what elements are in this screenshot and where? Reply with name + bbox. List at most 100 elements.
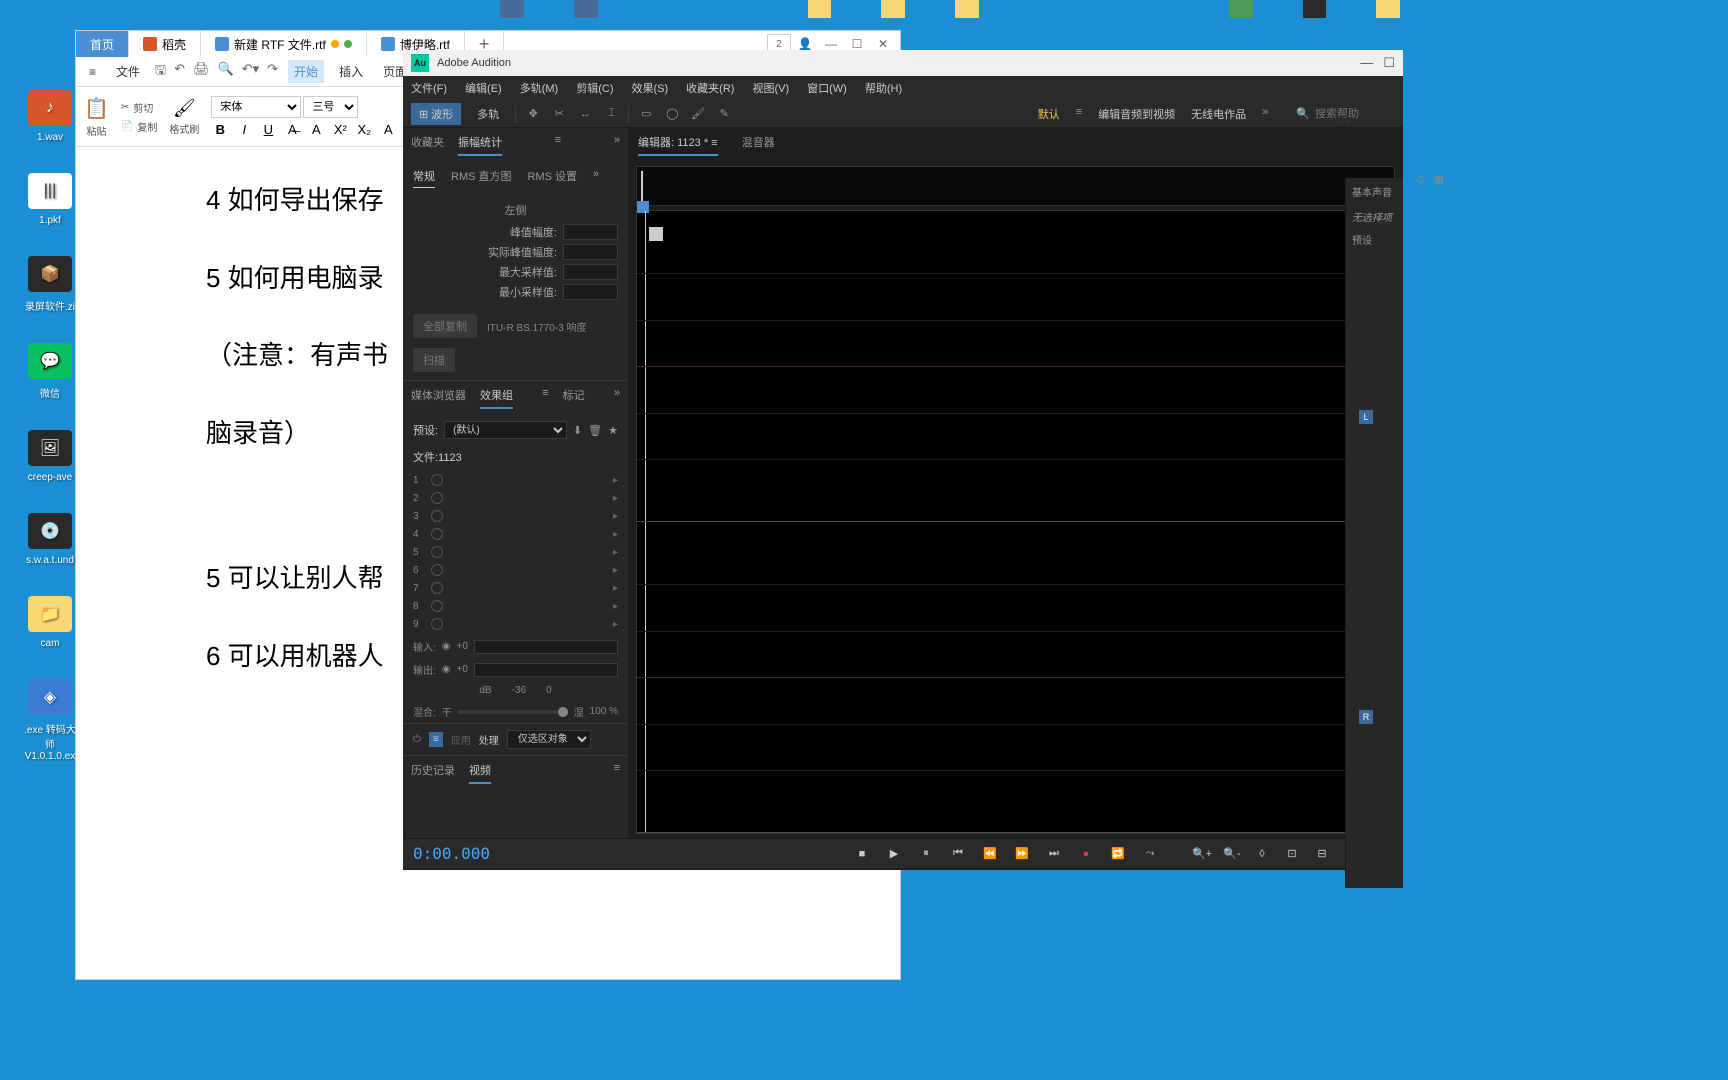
redo-icon[interactable]: ↷ — [267, 61, 278, 83]
scan-button[interactable]: 扫描 — [413, 348, 455, 372]
undo-dropdown[interactable]: ↶▾ — [242, 61, 259, 83]
copy-button[interactable]: 📄 复制 — [121, 119, 157, 134]
taskbar-folder-3[interactable] — [955, 0, 979, 18]
undo-icon[interactable]: ↶ — [174, 61, 185, 83]
fx-power-icon[interactable]: ⏻ — [413, 734, 421, 745]
fx-slot-1[interactable]: 1▸ — [413, 471, 618, 489]
desktop-icon-wechat[interactable]: 💬 微信 — [20, 343, 80, 400]
desktop-icon-1wav[interactable]: ♪ 1.wav — [20, 90, 80, 143]
subscript-button[interactable]: X₂ — [355, 122, 373, 137]
output-knob-icon[interactable]: ◉ — [442, 664, 451, 675]
fx-slot-6[interactable]: 6▸ — [413, 561, 618, 579]
au-menu-multitrack[interactable]: 多轨(M) — [520, 80, 559, 96]
au-workspace-editvideo[interactable]: 编辑音频到视频 — [1098, 106, 1175, 122]
au-tab-mediabrowser[interactable]: 媒体浏览器 — [411, 387, 466, 409]
zoom-sel-in-icon[interactable]: ⊡ — [1281, 844, 1303, 864]
wps-tab-home[interactable]: 首页 — [76, 31, 129, 57]
au-menu-clip[interactable]: 剪辑(C) — [576, 80, 613, 96]
fx-list-icon[interactable]: ≡ — [429, 732, 443, 747]
nav-list-icon[interactable]: ▦ — [1434, 173, 1444, 186]
font-size-select[interactable]: 三号 — [303, 96, 358, 118]
au-search-input[interactable] — [1315, 108, 1395, 120]
preview-icon[interactable]: 🔍 — [218, 61, 234, 83]
desktop-icon-swat[interactable]: 💿 s.w.a.t.und — [20, 513, 80, 566]
fx-slot-3[interactable]: 3▸ — [413, 507, 618, 525]
au-tab-markers[interactable]: 标记 — [563, 387, 585, 409]
au-navigator[interactable]: ⊙ ▦ — [636, 166, 1395, 206]
wps-menu-insert[interactable]: 插入 — [334, 63, 368, 80]
au-subtab-rmssettings[interactable]: RMS 设置 — [528, 168, 578, 188]
au-minimize-button[interactable]: — — [1360, 55, 1373, 71]
heal-tool-icon[interactable]: ✎ — [715, 105, 733, 123]
power-icon[interactable] — [431, 474, 443, 486]
au-menu-favorites[interactable]: 收藏夹(R) — [686, 80, 734, 96]
au-view-multitrack-button[interactable]: 多轨 — [469, 103, 507, 125]
pause-button[interactable]: ⏸ — [915, 844, 937, 864]
input-knob-icon[interactable]: ◉ — [442, 641, 451, 652]
record-button[interactable]: ● — [1075, 844, 1097, 864]
wps-tab-rtf-new[interactable]: 新建 RTF 文件.rtf — [201, 31, 367, 57]
delete-preset-icon[interactable]: 🗑 — [588, 424, 602, 437]
taskbar-xls[interactable] — [1229, 0, 1253, 18]
format-painter-icon[interactable]: 🖌 — [173, 98, 196, 119]
fxrack-menu-icon[interactable]: ≡ — [542, 387, 548, 409]
fx-slot-7[interactable]: 7▸ — [413, 579, 618, 597]
brush-tool-icon[interactable]: 🖌 — [689, 105, 707, 123]
taskbar-folder-2[interactable] — [881, 0, 905, 18]
zoom-sel-out-icon[interactable]: ⊟ — [1311, 844, 1333, 864]
workspace-more-icon[interactable]: » — [1262, 106, 1268, 122]
workspace-menu-icon[interactable]: ≡ — [1076, 106, 1082, 122]
time-select-tool-icon[interactable]: ⌶ — [602, 105, 620, 123]
fx-slot-2[interactable]: 2▸ — [413, 489, 618, 507]
bold-button[interactable]: B — [211, 122, 229, 137]
au-editor-tab[interactable]: 编辑器: 1123 * ≡ — [638, 134, 718, 156]
power-icon[interactable] — [431, 528, 443, 540]
wps-tab-docer[interactable]: 稻壳 — [129, 31, 201, 57]
au-menu-help[interactable]: 帮助(H) — [865, 80, 902, 96]
au-workspace-radio[interactable]: 无线电作品 — [1191, 106, 1246, 122]
skip-end-button[interactable]: ⏭ — [1043, 844, 1065, 864]
power-icon[interactable] — [431, 546, 443, 558]
font-color-button[interactable]: A — [307, 122, 325, 137]
au-mixer-tab[interactable]: 混音器 — [742, 134, 775, 156]
save-preset-icon[interactable]: ⬇ — [573, 424, 582, 437]
desktop-icon-creep[interactable]: 🖼 creep-ave — [20, 430, 80, 483]
apply-button[interactable]: 应用 — [451, 732, 471, 747]
markers-expand-icon[interactable]: » — [614, 387, 620, 409]
au-subtab-general[interactable]: 常规 — [413, 168, 435, 188]
wps-menu-start[interactable]: 开始 — [288, 60, 324, 83]
move-tool-icon[interactable]: ✥ — [524, 105, 542, 123]
desktop-icon-recorder[interactable]: 📦 录屏软件.zi — [20, 256, 80, 313]
rewind-button[interactable]: ⏪ — [979, 844, 1001, 864]
strikethrough-button[interactable]: A̶ — [283, 122, 301, 137]
au-tab-fxrack[interactable]: 效果组 — [480, 387, 513, 409]
save-icon[interactable]: 🖫 — [155, 61, 166, 83]
nav-zoom-icon[interactable]: ⊙ — [1416, 173, 1425, 186]
preset-select[interactable]: (默认) — [444, 421, 567, 439]
format-painter-button[interactable]: 格式刷 — [169, 121, 199, 136]
underline-button[interactable]: U — [259, 122, 277, 137]
taskbar-folder-4[interactable] — [1376, 0, 1400, 18]
favorite-preset-icon[interactable]: ★ — [608, 424, 618, 437]
skip-start-button[interactable]: ⏮ — [947, 844, 969, 864]
desktop-icon-encoder[interactable]: ◈ .exe 转码大师 V1.0.1.0.ex — [20, 679, 80, 762]
slip-tool-icon[interactable]: ↔ — [576, 105, 594, 123]
paste-button[interactable]: 粘贴 — [86, 123, 106, 138]
desktop-icon-1pkf[interactable]: ||| 1.pkf — [20, 173, 80, 226]
paste-icon[interactable]: 📋 — [84, 96, 109, 121]
superscript-button[interactable]: X² — [331, 122, 349, 137]
fx-slot-8[interactable]: 8▸ — [413, 597, 618, 615]
mix-slider[interactable] — [458, 710, 568, 714]
taskbar-psd-2[interactable] — [574, 0, 598, 18]
au-view-waveform-button[interactable]: ⊞ 波形 — [411, 103, 461, 125]
play-button[interactable]: ▶ — [883, 844, 905, 864]
au-subtab-rmshist[interactable]: RMS 直方图 — [451, 168, 512, 188]
power-icon[interactable] — [431, 564, 443, 576]
subtab-more-icon[interactable]: » — [593, 168, 599, 188]
au-workspace-default[interactable]: 默认 — [1038, 106, 1060, 122]
power-icon[interactable] — [431, 582, 443, 594]
au-maximize-button[interactable]: ☐ — [1383, 55, 1395, 71]
power-icon[interactable] — [431, 510, 443, 522]
power-icon[interactable] — [431, 600, 443, 612]
au-menu-edit[interactable]: 编辑(E) — [465, 80, 502, 96]
